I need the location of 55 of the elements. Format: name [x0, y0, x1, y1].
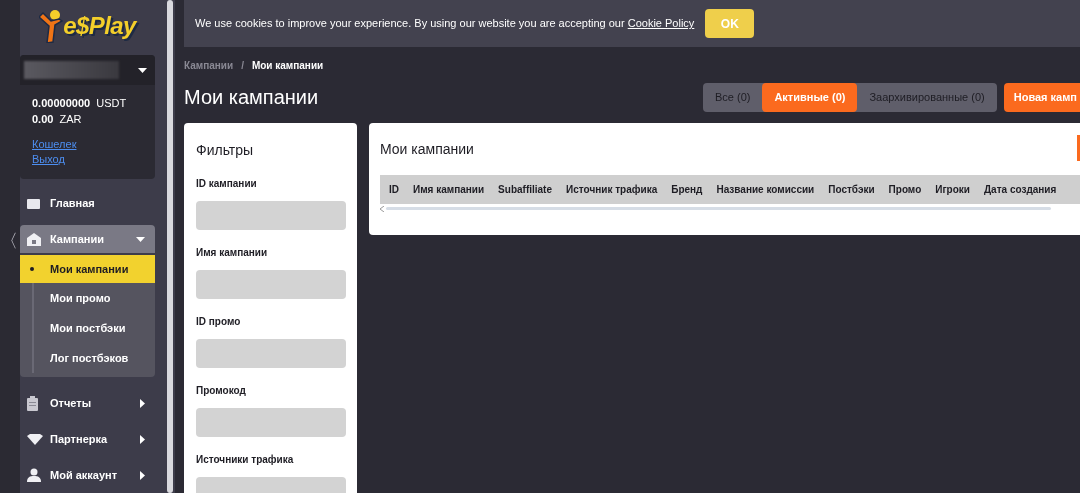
menu-item[interactable]: Партнерка [20, 425, 155, 453]
submenu-item[interactable]: Лог постбэков [32, 343, 155, 373]
logo-text: e$Play [63, 10, 136, 41]
input-field[interactable] [196, 339, 346, 368]
column-header: Дата создания [983, 183, 1058, 197]
menu-item[interactable]: Отчеты [20, 389, 155, 417]
breadcrumb-separator: / [241, 59, 244, 73]
caret-right-icon [140, 434, 145, 444]
caret-right-icon [140, 470, 145, 480]
caret-down-icon [136, 236, 145, 242]
column-header: Игроки [934, 183, 971, 197]
balance-text: 0.00 ZAR [32, 112, 83, 127]
menu-item[interactable]: Главная [20, 189, 155, 217]
caret-down-icon [138, 67, 147, 73]
caret-right-icon [140, 398, 145, 408]
clipboard-icon [27, 395, 38, 411]
input-field[interactable] [196, 408, 346, 437]
page-title: Мои кампании [184, 85, 320, 110]
diamond-icon [27, 433, 43, 445]
filter-label: ID промо [196, 315, 242, 329]
input-field[interactable] [196, 270, 346, 299]
column-header: Источник трафика [565, 183, 659, 197]
input-field[interactable] [196, 201, 346, 230]
cookie-notice-text: We use cookies to improve your experience. By using our website you are accepting our Cookie Policy [195, 16, 695, 32]
account-link[interactable]: Выход [32, 152, 65, 167]
filter-label: Источники трафика [196, 453, 295, 467]
column-header: Название комиссии [715, 183, 816, 197]
column-header: Постбэки [827, 183, 876, 197]
user-icon [27, 468, 41, 482]
scroll-left-icon [380, 205, 384, 212]
collapse-toggle[interactable]: 〈 [0, 232, 18, 250]
column-header: Subaffiliate [497, 183, 553, 197]
submenu-item[interactable]: Мои постбэки [32, 313, 155, 343]
filters-title: Фильтры [196, 141, 255, 160]
bullet-icon [30, 267, 34, 271]
account-link[interactable]: Кошелек [32, 137, 77, 152]
balance-text: 0.00000000 USDT [32, 96, 128, 111]
column-header: Промо [887, 183, 923, 197]
column-header: ID [388, 183, 400, 197]
menu-item[interactable]: Мой аккаунт [20, 461, 155, 489]
breadcrumb-item[interactable]: Кампании [184, 58, 234, 73]
menu-item[interactable]: Кампании [20, 225, 155, 253]
logo-figure-icon [39, 8, 64, 43]
filter-label: Имя кампании [196, 246, 269, 260]
submenu-item[interactable]: Мои промо [32, 283, 155, 313]
cookie-policy-link[interactable]: Cookie Policy [627, 17, 695, 30]
card-title: Мои кампании [380, 140, 475, 159]
house-icon [27, 232, 41, 246]
submenu-item[interactable]: Мои кампании [20, 255, 155, 283]
filter-label: Промокод [196, 384, 247, 398]
window-icon [27, 197, 40, 209]
column-header: Имя кампании [412, 183, 486, 197]
breadcrumb-item: Мои кампании [251, 59, 324, 73]
column-header: Бренд [670, 183, 704, 197]
filter-label: ID кампании [196, 177, 258, 191]
